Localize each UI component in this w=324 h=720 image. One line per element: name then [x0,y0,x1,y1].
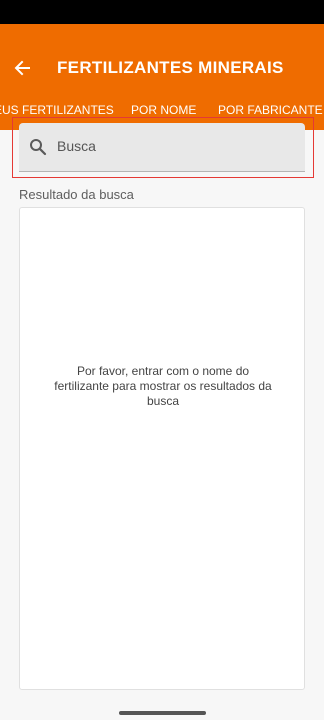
arrow-left-icon [14,60,30,76]
search-input[interactable]: Busca [19,123,305,172]
status-bar [0,0,324,24]
results-list: Por favor, entrar com o nome do fertiliz… [19,207,305,690]
results-label: Resultado da busca [19,187,134,202]
app-bar: FERTILIZANTES MINERAIS EUS FERTILIZANTES… [0,24,324,130]
back-button[interactable] [8,54,36,82]
page-title: FERTILIZANTES MINERAIS [57,58,284,77]
empty-state-message: Por favor, entrar com o nome do fertiliz… [54,364,272,408]
search-placeholder: Busca [57,138,96,154]
search-icon [30,139,47,156]
gesture-nav-handle[interactable] [119,711,206,715]
